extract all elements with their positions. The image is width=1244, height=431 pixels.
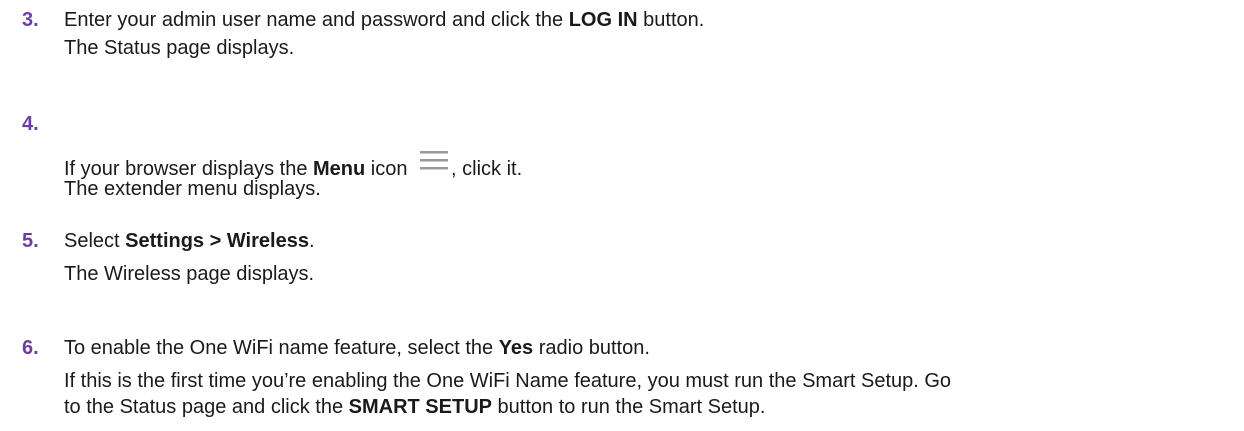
log-in-button-label: LOG IN (568, 9, 638, 31)
step-6-number: 6. (22, 337, 39, 359)
step-4-text-b: icon (365, 158, 414, 180)
yes-radio-label: Yes (498, 337, 534, 359)
step-5-number: 5. (22, 230, 39, 252)
step-5-line-1: Select Settings > Wireless. (64, 229, 315, 253)
step-5-line-2: The Wireless page displays. (64, 263, 315, 285)
step-6-line-1: To enable the One WiFi name feature, sel… (64, 336, 650, 360)
settings-wireless-path: Settings > Wireless (125, 230, 309, 252)
step-3-line-2: The Status page displays. (64, 37, 295, 59)
step-4-text-c: , click it. (451, 158, 523, 180)
step-6-text-a: To enable the One WiFi name feature, sel… (64, 337, 499, 359)
step-5-text-b: . (308, 230, 315, 252)
hamburger-menu-icon (419, 149, 449, 185)
step-3-number: 3. (22, 9, 39, 31)
step-6-text-d: button to run the Smart Setup. (491, 396, 766, 418)
step-3-text-b: button. (637, 9, 705, 31)
smart-setup-button-label: SMART SETUP (348, 396, 492, 418)
step-4-line-2: The extender menu displays. (64, 178, 321, 200)
step-3-line-1: Enter your admin user name and password … (64, 8, 704, 32)
step-6-line-3: to the Status page and click the SMART S… (64, 395, 765, 419)
step-5-text-a: Select (64, 230, 126, 252)
menu-label: Menu (313, 158, 366, 180)
step-6-text-b: radio button. (533, 337, 650, 359)
step-6-line-2: If this is the first time you’re enablin… (64, 370, 952, 392)
step-6-text-c: to the Status page and click the (64, 396, 349, 418)
step-4-number: 4. (22, 113, 39, 135)
step-3-text-a: Enter your admin user name and password … (64, 9, 569, 31)
